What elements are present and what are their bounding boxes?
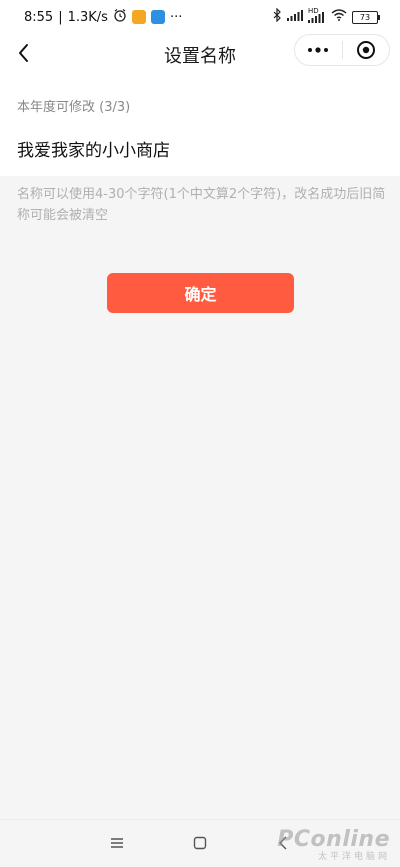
battery-icon: 73 [352,10,380,24]
app-notification-icon-2 [150,10,165,24]
system-navigation-bar: PConline 太平洋电脑网 [0,819,400,867]
status-separator: | [58,9,63,25]
confirm-button[interactable]: 确定 [107,273,294,313]
more-notifications-icon: ··· [169,9,183,25]
app-notification-icon [131,10,146,24]
watermark-brand: PConline [277,827,390,852]
watermark-logo: PConline 太平洋电脑网 [277,828,390,863]
more-button[interactable] [295,35,342,65]
wifi-icon [331,9,347,25]
edit-quota-label: 本年度可修改 (3/3) [17,100,131,115]
status-right: HD 73 [272,7,380,26]
network-speed: 1.3K/s [67,9,108,25]
bluetooth-icon [272,7,282,26]
nav-bar: 设置名称 [0,34,400,74]
signal-icon [287,9,303,25]
network-type-label: HD [308,7,319,15]
home-square-icon [193,836,207,850]
home-button[interactable] [191,834,209,852]
naming-rules-hint: 名称可以使用4-30个字符(1个中文算2个字符)，改名成功后旧简称可能会被清空 [17,187,386,223]
target-close-icon [356,41,375,59]
menu-icon [111,838,123,848]
watermark-subtitle: 太平洋电脑网 [317,852,390,862]
signal-hd-icon: HD [308,7,326,23]
status-left: 8:55 | 1.3K/s ··· [24,8,182,26]
alarm-icon [113,8,127,26]
name-form-card: 本年度可修改 (3/3) [0,74,400,176]
more-dots-icon [308,47,329,53]
store-name-input[interactable] [14,134,390,162]
status-time: 8:55 [24,9,54,25]
status-bar: 8:55 | 1.3K/s ··· HD 73 [0,0,400,34]
mini-program-capsule [294,34,390,66]
close-mini-program-button[interactable] [343,35,390,65]
recent-apps-button[interactable] [108,834,126,852]
